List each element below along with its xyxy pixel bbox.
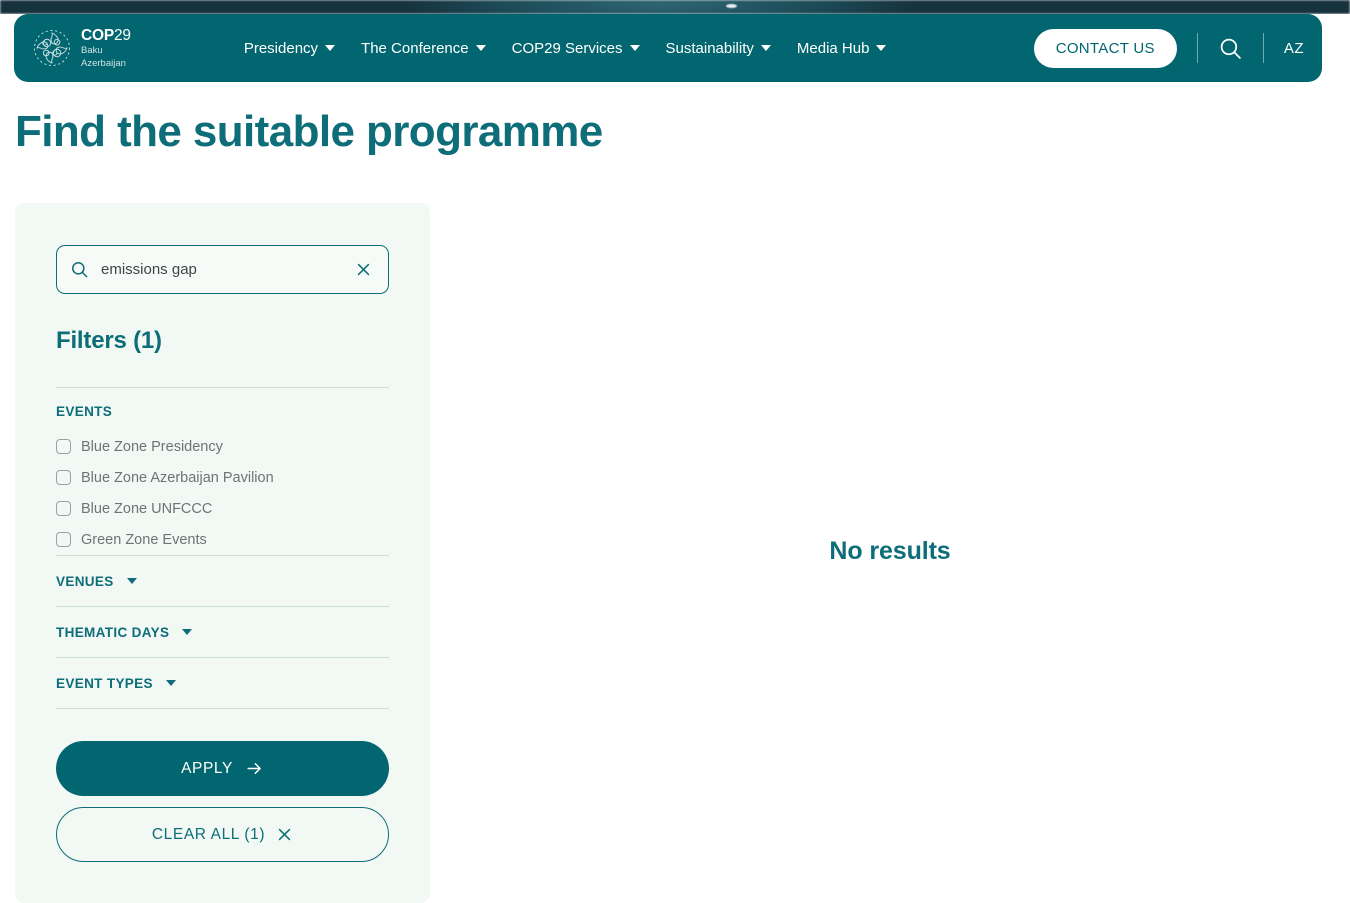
- filter-group-events: EVENTS Blue Zone Presidency Blue Zone Az…: [56, 387, 389, 555]
- logo-wordmark: COP29 Baku Azerbaijan: [81, 27, 131, 70]
- filter-group-label-venues: VENUES: [56, 573, 114, 589]
- nav-label: COP29 Services: [511, 39, 623, 57]
- nav-item-media-hub[interactable]: Media Hub: [797, 40, 887, 57]
- language-selector-az[interactable]: AZ: [1284, 40, 1304, 57]
- logo-subtitle-azerbaijan: Azerbaijan: [81, 58, 126, 70]
- nav-item-the-conference[interactable]: The Conference: [361, 40, 486, 57]
- checkbox-label: Blue Zone Azerbaijan Pavilion: [81, 469, 274, 486]
- hero-landscape: [0, 0, 1350, 14]
- chevron-down-icon: [182, 629, 193, 635]
- chevron-down-icon: [165, 680, 176, 686]
- divider: [56, 387, 389, 388]
- nav-label: Presidency: [243, 39, 319, 57]
- divider: [1262, 33, 1264, 63]
- clear-search-icon[interactable]: [355, 261, 372, 278]
- arrow-right-icon: [247, 762, 261, 775]
- boat-detail: [726, 4, 737, 8]
- apply-filters-button[interactable]: APPLY: [56, 741, 389, 796]
- filter-group-venues[interactable]: VENUES: [56, 556, 389, 606]
- chevron-down-icon: [325, 45, 336, 51]
- filter-group-thematic-days[interactable]: THEMATIC DAYS: [56, 607, 389, 657]
- filters-heading: Filters (1): [56, 327, 162, 354]
- chevron-down-icon: [876, 45, 887, 51]
- clear-all-filters-button[interactable]: CLEAR ALL (1): [56, 807, 389, 862]
- primary-navigation: Presidency The Conference COP29 Services…: [244, 40, 887, 57]
- checkbox-blue-zone-unfccc[interactable]: Blue Zone UNFCCC: [56, 493, 389, 524]
- checkbox-icon[interactable]: [56, 439, 71, 454]
- nav-label: Media Hub: [796, 39, 870, 57]
- divider: [56, 708, 389, 709]
- results-area: No results: [430, 203, 1350, 899]
- page-title: Find the suitable programme: [15, 107, 603, 156]
- checkbox-icon[interactable]: [56, 532, 71, 547]
- site-logo[interactable]: COP29 Baku Azerbaijan: [32, 27, 131, 70]
- logo-subtitle-baku: Baku: [81, 45, 103, 57]
- nav-item-presidency[interactable]: Presidency: [243, 39, 336, 57]
- checkbox-icon[interactable]: [56, 470, 71, 485]
- contact-us-button[interactable]: CONTACT US: [1033, 28, 1177, 68]
- chevron-down-icon: [760, 45, 771, 51]
- filter-group-event-types[interactable]: EVENT TYPES: [56, 658, 389, 708]
- nav-label: The Conference: [361, 39, 469, 57]
- nav-label: Sustainability: [665, 39, 754, 57]
- chevron-down-icon: [475, 45, 486, 51]
- filter-group-label-event-types: EVENT TYPES: [56, 675, 153, 691]
- checkbox-blue-zone-presidency[interactable]: Blue Zone Presidency: [56, 431, 389, 462]
- chevron-down-icon: [126, 578, 137, 584]
- checkbox-label: Blue Zone Presidency: [81, 438, 223, 455]
- checkbox-blue-zone-azerbaijan-pavilion[interactable]: Blue Zone Azerbaijan Pavilion: [56, 462, 389, 493]
- logo-title: COP29: [81, 26, 131, 44]
- search-icon: [70, 260, 89, 279]
- checkbox-label: Blue Zone UNFCCC: [81, 500, 213, 517]
- cop29-floral-emblem-icon: [34, 30, 70, 66]
- nav-item-cop29-services[interactable]: COP29 Services: [512, 40, 640, 57]
- header-search-button[interactable]: [1218, 36, 1243, 61]
- apply-label: APPLY: [181, 759, 233, 777]
- filter-group-label-events: EVENTS: [56, 404, 113, 419]
- search-field[interactable]: [56, 245, 389, 294]
- clear-all-label: CLEAR ALL (1): [151, 825, 266, 843]
- hero-banner-image: [0, 0, 1350, 14]
- checkbox-icon[interactable]: [56, 501, 71, 516]
- divider: [1196, 33, 1198, 63]
- close-icon: [278, 828, 291, 841]
- filter-group-label-thematic-days: THEMATIC DAYS: [56, 624, 170, 640]
- nav-item-sustainability[interactable]: Sustainability: [666, 40, 771, 57]
- search-icon: [1220, 38, 1241, 59]
- chevron-down-icon: [629, 45, 640, 51]
- checkbox-label: Green Zone Events: [81, 531, 207, 548]
- header-actions: CONTACT US AZ: [1033, 28, 1322, 68]
- checkbox-green-zone-events[interactable]: Green Zone Events: [56, 524, 389, 555]
- filter-panel: Filters (1) EVENTS Blue Zone Presidency …: [15, 203, 430, 903]
- top-navigation-bar: COP29 Baku Azerbaijan Presidency The Con…: [14, 14, 1322, 82]
- no-results-message: No results: [829, 536, 951, 565]
- search-input[interactable]: [101, 261, 355, 278]
